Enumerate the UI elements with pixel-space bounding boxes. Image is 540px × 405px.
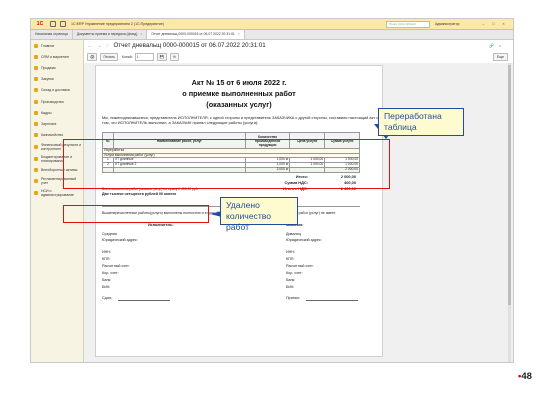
slide-number-value: 48 [521, 371, 532, 382]
callout-reworked-table: Переработана таблица [378, 108, 464, 136]
callout-removed-quantity: Удалено количество работ [220, 197, 298, 232]
slide-number: •48 [518, 371, 532, 382]
